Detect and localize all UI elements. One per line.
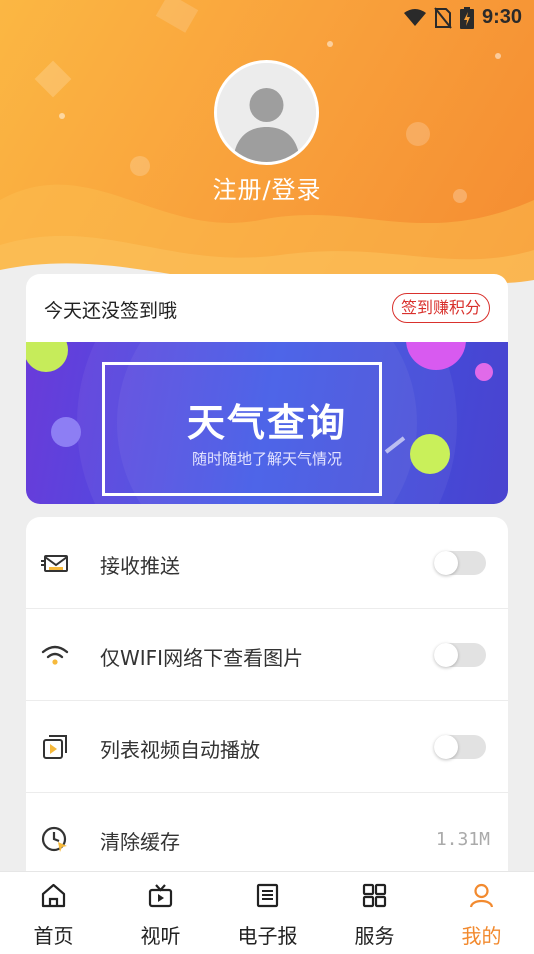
- wifi-icon: [403, 8, 426, 26]
- nav-label: 视听: [140, 924, 181, 948]
- clock-icon: [41, 826, 67, 852]
- nav-label: 电子报: [237, 924, 298, 948]
- setting-label: 仅WIFI网络下查看图片: [100, 646, 304, 670]
- no-sim-icon: [434, 6, 452, 29]
- checkin-button[interactable]: 签到赚积分: [391, 293, 490, 323]
- tv-icon: [148, 884, 173, 908]
- weather-banner[interactable]: 天气查询 随时随地了解天气情况: [26, 342, 508, 504]
- user-icon: [469, 883, 494, 908]
- newspaper-icon: [256, 883, 279, 908]
- settings-card: 接收推送 仅WIFI网络下查看图片 列表视频自动播放 清除缓存 1.31M: [26, 517, 508, 877]
- setting-wifi-only-images[interactable]: 仅WIFI网络下查看图片: [26, 609, 508, 701]
- login-link[interactable]: 注册/登录: [0, 170, 534, 205]
- envelope-icon: [41, 555, 68, 572]
- status-bar: 9:30: [0, 0, 534, 36]
- push-toggle[interactable]: [434, 551, 486, 575]
- nav-media[interactable]: 视听: [107, 872, 214, 954]
- wifi-images-toggle[interactable]: [434, 643, 486, 667]
- nav-home[interactable]: 首页: [0, 872, 107, 954]
- checkin-card: 今天还没签到哦 签到赚积分 天气查询 随时随地了解天气情况: [26, 274, 508, 504]
- setting-label: 列表视频自动播放: [100, 738, 260, 762]
- nav-label: 服务: [354, 924, 395, 948]
- nav-epaper[interactable]: 电子报: [214, 872, 321, 954]
- grid-icon: [362, 883, 387, 908]
- bottom-nav: 首页 视听 电子报 服务 我的: [0, 871, 534, 954]
- setting-autoplay-video[interactable]: 列表视频自动播放: [26, 701, 508, 793]
- banner-title: 天气查询: [186, 401, 347, 445]
- toggle-knob: [434, 735, 458, 759]
- nav-services[interactable]: 服务: [321, 872, 428, 954]
- nav-label: 首页: [33, 924, 74, 948]
- nav-mine[interactable]: 我的: [428, 872, 534, 954]
- wifi-icon: [41, 645, 69, 665]
- setting-receive-push[interactable]: 接收推送: [26, 517, 508, 609]
- setting-clear-cache[interactable]: 清除缓存 1.31M: [26, 793, 508, 877]
- banner-subtitle: 随时随地了解天气情况: [191, 450, 342, 468]
- toggle-knob: [434, 643, 458, 667]
- battery-charging-icon: [459, 6, 474, 29]
- setting-label: 接收推送: [100, 554, 180, 578]
- status-time: 9:30: [481, 6, 522, 28]
- default-avatar-icon: [217, 63, 316, 162]
- toggle-knob: [434, 551, 458, 575]
- avatar[interactable]: [214, 60, 319, 165]
- cache-size-value: 1.31M: [435, 829, 490, 850]
- setting-label: 清除缓存: [100, 830, 180, 854]
- autoplay-toggle[interactable]: [434, 735, 486, 759]
- video-play-icon: [43, 735, 67, 759]
- nav-label: 我的: [461, 924, 502, 948]
- checkin-status-text: 今天还没签到哦: [44, 300, 178, 322]
- home-icon: [41, 883, 66, 908]
